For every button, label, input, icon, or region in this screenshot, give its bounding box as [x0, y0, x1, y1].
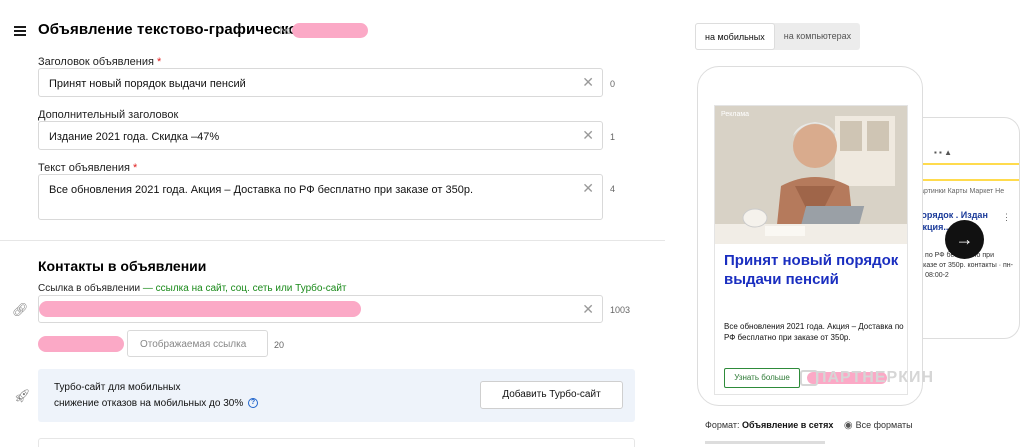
all-formats-link[interactable]: Все форматы — [856, 420, 913, 430]
mobile-phone-preview: Реклама Принят новый порядок выдачи пенс… — [697, 66, 923, 406]
ad-image: Реклама — [715, 106, 907, 244]
format-value: Объявление в сетях — [741, 420, 834, 430]
body-label: Текст объявления * — [38, 162, 138, 174]
next-preview-button[interactable]: → — [945, 220, 984, 259]
ad-photo-illustration — [715, 106, 907, 244]
section-divider — [0, 240, 665, 241]
contacts-section-title: Контакты в объявлении — [38, 258, 207, 274]
ad-preview-text: Все обновления 2021 года. Акция – Достав… — [724, 322, 904, 342]
tab-desktop[interactable]: на компьютерах — [775, 23, 860, 50]
watermark: ПАРТНЕРКИН — [815, 369, 935, 386]
display-link-input[interactable]: Отображаемая ссылка — [127, 330, 268, 357]
next-section-card — [38, 438, 635, 447]
ad-number-prefix: № — [279, 25, 291, 37]
subheadline-label: Дополнительный заголовок — [38, 109, 179, 121]
subheadline-counter: 1 — [610, 132, 616, 142]
subheadline-value: Издание 2021 года. Скидка –47% — [49, 131, 220, 143]
body-counter: 4 — [610, 184, 616, 194]
ad-learn-more-button[interactable]: Узнать больше — [724, 368, 800, 388]
phone-status-icons: ▪︎ ▪︎ ▲︎ — [934, 148, 953, 157]
clear-icon[interactable]: ✕ — [582, 181, 594, 195]
redacted-domain — [38, 336, 124, 352]
format-line: Формат: Объявление в сетях ◉ Все форматы — [705, 420, 913, 431]
ad-preview-card: Реклама Принят новый порядок выдачи пенс… — [714, 105, 908, 395]
clear-icon[interactable]: ✕ — [582, 75, 594, 89]
headline-counter: 0 — [610, 79, 616, 89]
search-bar — [912, 163, 1019, 181]
page-title: Объявление текстово-графическое — [38, 21, 306, 38]
body-textarea[interactable]: Все обновления 2021 года. Акция – Достав… — [38, 174, 603, 220]
list-icon — [14, 26, 26, 36]
more-icon: ⋮ — [1002, 212, 1011, 222]
cut-off-text — [705, 441, 825, 444]
rocket-icon: 🚀︎ — [14, 388, 31, 403]
link-counter: 1003 — [610, 305, 631, 315]
eye-icon: ◉ — [843, 420, 853, 431]
headline-input[interactable]: Принят новый порядок выдачи пенсий ✕ — [38, 68, 603, 97]
tab-mobile[interactable]: на мобильных — [695, 23, 775, 50]
ad-preview-headline: Принят новый порядок выдачи пенсий — [724, 252, 899, 288]
ad-badge: Реклама — [721, 111, 750, 118]
clear-icon[interactable]: ✕ — [582, 128, 594, 142]
add-turbo-site-button[interactable]: Добавить Турбо-сайт — [480, 381, 623, 409]
turbo-title: Турбо-сайт для мобильных — [54, 382, 181, 393]
search-tabs: Картинки Карты Маркет Не — [916, 188, 1005, 195]
preview-panel: на мобильных на компьютерах ▪︎ ▪︎ ▲︎ Кар… — [665, 0, 1024, 447]
ad-editor-panel: Объявление текстово-графическое № Заголо… — [0, 0, 665, 447]
headline-value: Принят новый порядок выдачи пенсий — [49, 78, 246, 90]
turbo-subtitle: снижение отказов на мобильных до 30% ? — [54, 398, 259, 409]
display-link-counter: 20 — [274, 340, 285, 350]
help-icon[interactable]: ? — [248, 398, 259, 409]
link-chain-icon: 🔗︎ — [12, 302, 29, 317]
headline-label: Заголовок объявления * — [38, 56, 162, 68]
body-value: Все обновления 2021 года. Акция – Достав… — [49, 184, 474, 196]
redacted-link — [39, 301, 361, 317]
subheadline-input[interactable]: Издание 2021 года. Скидка –47% ✕ — [38, 121, 603, 150]
clear-icon[interactable]: ✕ — [582, 302, 594, 316]
turbo-site-banner: Турбо-сайт для мобильных снижение отказо… — [38, 369, 635, 422]
redacted-ad-number — [292, 23, 368, 38]
preview-tabs: на мобильных на компьютерах — [695, 23, 861, 50]
link-label: Ссылка в объявлении — ссылка на сайт, со… — [38, 283, 347, 294]
link-input[interactable]: ✕ — [38, 295, 603, 323]
